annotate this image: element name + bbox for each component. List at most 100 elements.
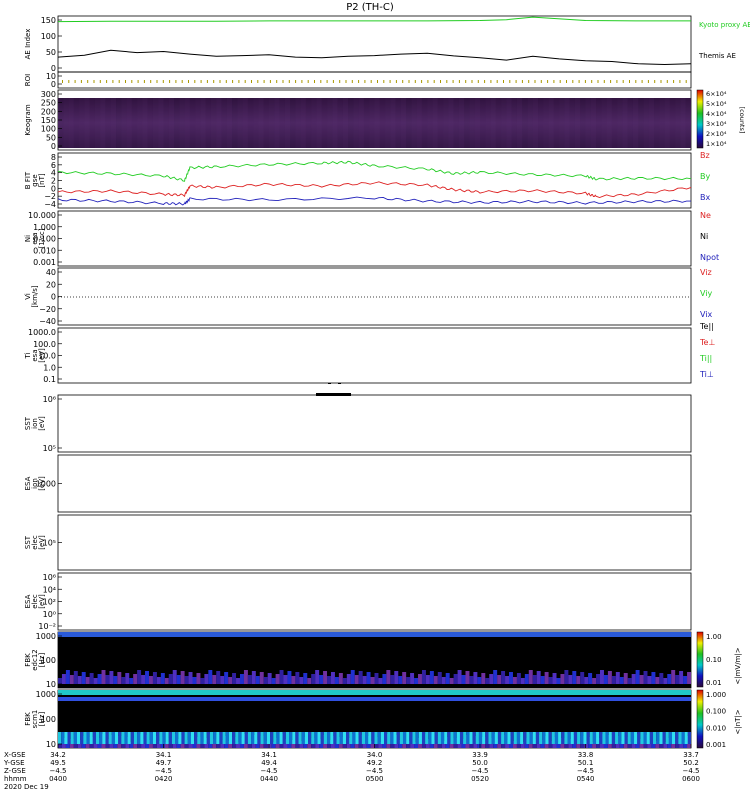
roi-mark — [282, 80, 284, 83]
fbk-cell — [164, 678, 169, 684]
y-tick-label: 10⁵ — [43, 444, 56, 453]
fbk-cell — [271, 678, 276, 684]
fbk-cell — [421, 670, 426, 684]
keogram-column — [73, 98, 80, 148]
bfield-legend: Bz — [700, 151, 710, 160]
fbk-cell — [494, 732, 498, 744]
time-axis-value: 0420 — [155, 775, 173, 783]
roi-mark — [383, 80, 385, 83]
fbk-cell — [224, 672, 229, 684]
y-tick-label: 10⁶ — [43, 573, 56, 582]
panel-legend: Ni — [700, 232, 708, 241]
fbk-cell — [171, 732, 176, 744]
time-axis-value: −4.5 — [472, 767, 489, 775]
fbk-cell — [304, 732, 309, 744]
roi-mark — [118, 80, 120, 83]
fbk-cell — [437, 672, 442, 684]
colorbar-label: <|mV/m|> — [734, 647, 742, 684]
y-tick-label: 10.000 — [28, 211, 56, 220]
fbk-cell — [243, 670, 248, 684]
keogram-column — [569, 98, 575, 148]
roi-mark — [345, 80, 347, 83]
fbk-cell — [672, 732, 676, 744]
fbk-cell — [457, 670, 462, 684]
fbk-cell — [440, 732, 445, 744]
roi-markers — [58, 71, 691, 83]
fbk-cell — [410, 673, 415, 684]
time-axis-value: 0500 — [366, 775, 384, 783]
roi-mark — [288, 80, 290, 83]
fbk-cell — [260, 732, 264, 744]
fbk-cell — [507, 732, 511, 744]
keogram-column — [358, 98, 364, 148]
fbk-cell — [418, 732, 422, 744]
fbk-cell — [683, 676, 688, 684]
fbk-cell — [576, 676, 581, 684]
y-tick-label: 10⁶ — [43, 395, 56, 404]
time-axis-value: 34.0 — [367, 751, 383, 759]
fbk-edc-spectrogram — [58, 632, 691, 688]
fbk-cell — [254, 732, 258, 744]
y-tick-label: 100.0 — [33, 340, 56, 349]
ae-series — [57, 16, 692, 66]
panel-legend: Ti|| — [699, 354, 712, 363]
keogram-column — [311, 98, 317, 148]
fbk-cell — [406, 677, 411, 684]
fbk-cell — [301, 732, 305, 744]
keogram-column — [131, 98, 138, 148]
roi-mark — [521, 80, 523, 83]
bfield-line-By — [57, 160, 692, 182]
fbk-cell — [548, 732, 552, 744]
roi-mark — [106, 80, 108, 83]
fbk-cell — [418, 674, 422, 684]
y-tick-label: 20 — [46, 280, 56, 289]
right-legends: Bz By Bx Ne Ni Npot Viz Viy Vix Te|| Te⊥ Ti|| Ti⊥ 1.0… — [699, 151, 742, 749]
fbk-cell — [646, 732, 650, 744]
fbk-cell — [535, 732, 540, 744]
roi-mark — [269, 80, 271, 83]
fbk-cell — [346, 674, 351, 684]
time-axis: X-GSEY-GSEZ-GSEhhmm2020 Dec 1934.249.5−4… — [3, 744, 700, 791]
fbk-cell — [83, 732, 87, 744]
keogram-column — [648, 98, 655, 148]
fbk-top-band — [58, 690, 691, 695]
y-tick-label: 200 — [41, 107, 56, 116]
keogram-column — [179, 98, 185, 148]
fbk-cell — [615, 672, 620, 684]
fbk-cell — [621, 732, 625, 744]
roi-mark — [616, 80, 618, 83]
keogram-column — [279, 98, 285, 148]
fbk-cell — [552, 673, 557, 684]
fbk-cell — [653, 732, 657, 744]
fbk-cell — [643, 732, 647, 744]
fbk-cell — [70, 732, 74, 744]
y-tick-label: 1.0 — [43, 363, 56, 372]
y-tick-label: 150 — [41, 116, 56, 125]
fbk-cell — [149, 732, 153, 744]
fbk-cell — [317, 732, 321, 744]
fbk-cell — [339, 732, 343, 744]
fbk-cell — [445, 673, 450, 684]
keogram-column — [522, 98, 528, 148]
fbk-cell — [425, 732, 429, 744]
y-tick-label: 1000.0 — [28, 328, 56, 337]
time-axis-value: −4.5 — [683, 767, 700, 775]
roi-mark — [622, 80, 624, 83]
keogram-column — [100, 98, 106, 148]
keogram-column — [147, 98, 153, 148]
fbk-cell — [349, 732, 353, 744]
fbk-cell — [204, 674, 209, 684]
roi-mark — [666, 80, 668, 83]
roi-mark — [660, 80, 662, 83]
data-flag-dot — [328, 383, 331, 384]
y-tick-label: 0 — [51, 80, 56, 89]
roi-mark — [213, 80, 215, 83]
time-axis-value: 49.5 — [50, 759, 66, 767]
time-axis-value: 33.9 — [472, 751, 488, 759]
y-tick-label: 100 — [41, 125, 56, 134]
fbk-cell — [459, 732, 464, 744]
roi-mark — [326, 80, 328, 83]
panel-frame-bfield — [57, 152, 692, 209]
panel-legend: Npot — [700, 253, 719, 262]
keogram-colorbar-tick: 1×10⁴ — [706, 140, 727, 148]
